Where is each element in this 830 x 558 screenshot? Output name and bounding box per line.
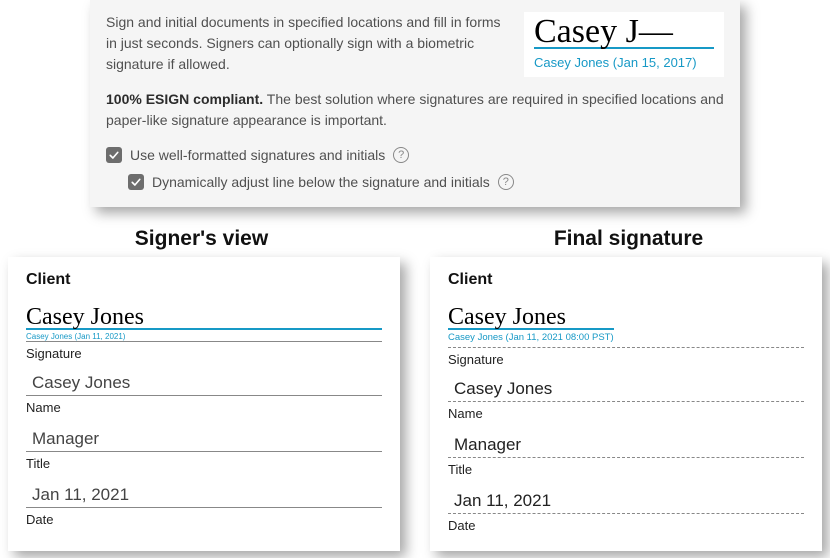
compliance-strong: 100% ESIGN compliant. [106, 91, 263, 107]
label-name: Name [26, 396, 382, 421]
title-field: Manager Title [26, 427, 382, 477]
signer-title-value[interactable]: Manager [26, 427, 382, 452]
heading-signer-view: Signer's view [8, 227, 395, 251]
compare-headings: Signer's view Final signature [0, 227, 830, 251]
name-field: Casey Jones Name [26, 371, 382, 421]
date-field: Jan 11, 2021 Date [26, 483, 382, 527]
settings-panel: Sign and initial documents in specified … [90, 0, 740, 207]
final-signature-cursive: Casey Jones [448, 304, 566, 330]
signer-signature-cursive[interactable]: Casey Jones [26, 304, 144, 330]
section-client: Client [448, 271, 804, 289]
final-title-value: Manager [448, 433, 804, 458]
signer-signature-stamp: Casey Jones (Jan 11, 2021) [26, 332, 382, 341]
date-field: Jan 11, 2021 Date [448, 489, 804, 533]
option-dynamic-line-label: Dynamically adjust line below the signat… [152, 172, 490, 193]
checkbox-dynamic-line[interactable] [128, 174, 144, 190]
final-signature-card: Client Casey Jones Casey Jones (Jan 11, … [430, 257, 822, 552]
compliance-text: 100% ESIGN compliant. The best solution … [106, 89, 724, 131]
signer-date-value[interactable]: Jan 11, 2021 [26, 483, 382, 508]
label-title: Title [26, 452, 382, 477]
final-name-value: Casey Jones [448, 377, 804, 402]
title-field: Manager Title [448, 433, 804, 483]
label-signature: Signature [26, 342, 382, 367]
signer-name-value[interactable]: Casey Jones [26, 371, 382, 396]
label-signature: Signature [448, 348, 804, 373]
sample-signature-cursive: Casey J— [534, 18, 714, 45]
final-date-value: Jan 11, 2021 [448, 489, 804, 514]
signature-field: Casey Jones Casey Jones (Jan 11, 2021 08… [448, 307, 804, 374]
sample-signature-box: Casey J— Casey Jones (Jan 15, 2017) [524, 12, 724, 77]
section-client: Client [26, 271, 382, 289]
option-well-formatted: Use well-formatted signatures and initia… [106, 145, 724, 166]
label-date: Date [448, 514, 804, 533]
check-icon [108, 149, 120, 161]
label-date: Date [26, 508, 382, 527]
help-icon[interactable]: ? [393, 147, 409, 163]
label-title: Title [448, 458, 804, 483]
heading-final-signature: Final signature [435, 227, 822, 251]
check-icon [130, 176, 142, 188]
label-name: Name [448, 402, 804, 427]
help-icon[interactable]: ? [498, 174, 514, 190]
sample-signature-caption: Casey Jones (Jan 15, 2017) [534, 53, 714, 73]
final-signature-stamp: Casey Jones (Jan 11, 2021 08:00 PST) [448, 332, 614, 343]
intro-text: Sign and initial documents in specified … [106, 12, 504, 75]
signature-field: Casey Jones Casey Jones (Jan 11, 2021) S… [26, 307, 382, 368]
option-dynamic-line: Dynamically adjust line below the signat… [128, 172, 724, 193]
signer-view-card: Client Casey Jones Casey Jones (Jan 11, … [8, 257, 400, 552]
checkbox-well-formatted[interactable] [106, 147, 122, 163]
option-well-formatted-label: Use well-formatted signatures and initia… [130, 145, 385, 166]
name-field: Casey Jones Name [448, 377, 804, 427]
